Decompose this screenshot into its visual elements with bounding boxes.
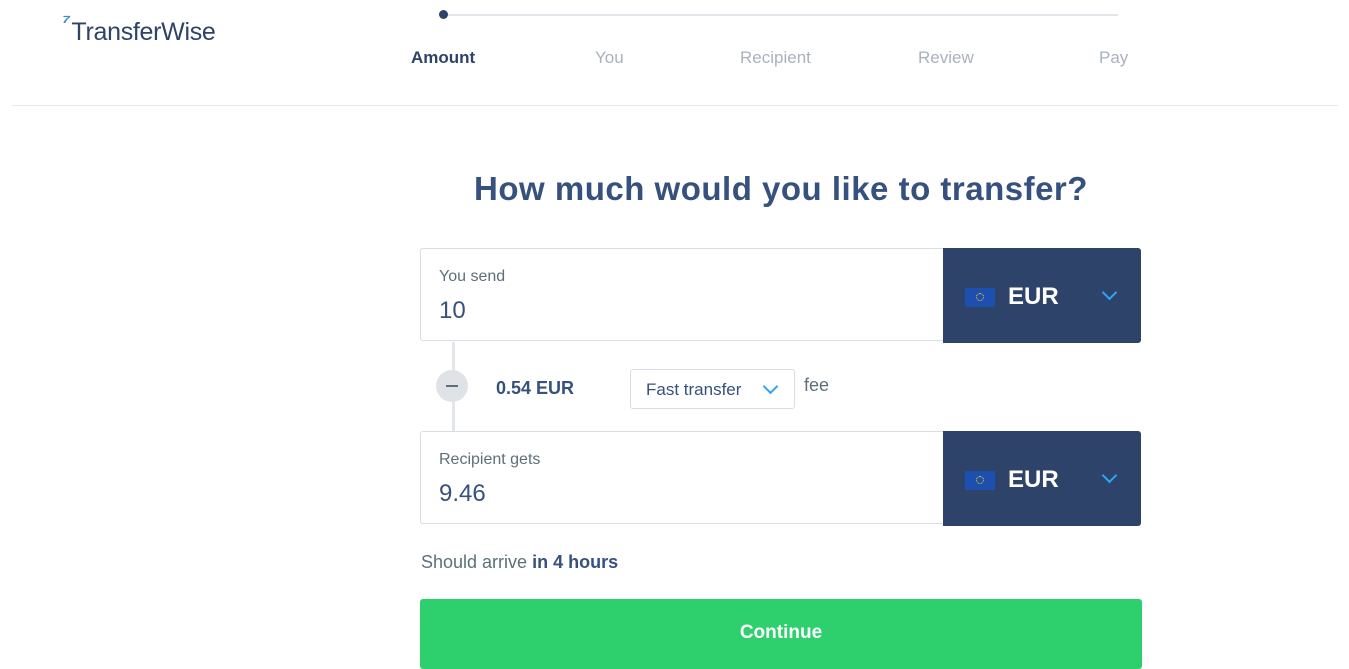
send-amount-field[interactable]: You send 10 EUR [420,248,1141,343]
progress-track [443,14,1118,16]
progress-steps: Amount You Recipient Review Pay [0,48,1349,70]
recipient-amount-input[interactable]: 9.46 [439,480,486,508]
send-currency-select[interactable]: EUR [943,248,1141,343]
recipient-amount-label: Recipient gets [439,451,541,468]
transferwise-flag-icon: ⁷ [62,8,71,33]
recipient-amount-field[interactable]: Recipient gets 9.46 EUR [420,431,1141,526]
recipient-currency-code: EUR [1008,466,1059,493]
brand-name: TransferWise [71,18,216,46]
header: ⁷ TransferWise Amount You Recipient Revi… [0,0,1349,106]
fee-suffix: fee [804,375,830,395]
arrival-estimate: Should arrive in 4 hours [421,552,618,573]
fee-type-label: Fast transfer [646,380,742,399]
eu-flag-icon [965,288,995,307]
fee-type-select[interactable]: Fast transfer [630,369,795,409]
chevron-down-icon [762,378,779,395]
chevron-down-icon [1101,284,1118,301]
eu-flag-icon [965,471,995,490]
step-pay[interactable]: Pay [1099,48,1128,68]
recipient-currency-select[interactable]: EUR [943,431,1141,526]
progress-current-dot [439,10,448,19]
arrival-time: in 4 hours [532,552,619,572]
minus-icon [436,370,468,402]
fee-amount: 0.54 EUR [496,378,575,398]
continue-button[interactable]: Continue [420,599,1142,669]
send-currency-code: EUR [1008,283,1059,310]
send-amount-label: You send [439,268,506,285]
step-review[interactable]: Review [918,48,974,68]
arrival-prefix: Should arrive [421,552,528,572]
step-you[interactable]: You [595,48,624,68]
transferwise-logo[interactable]: ⁷ TransferWise [62,8,216,49]
step-recipient[interactable]: Recipient [740,48,811,68]
header-divider [12,105,1338,106]
page-title: How much would you like to transfer? [474,170,1088,207]
chevron-down-icon [1101,467,1118,484]
send-amount-input[interactable]: 10 [439,297,466,325]
step-amount[interactable]: Amount [411,48,475,68]
